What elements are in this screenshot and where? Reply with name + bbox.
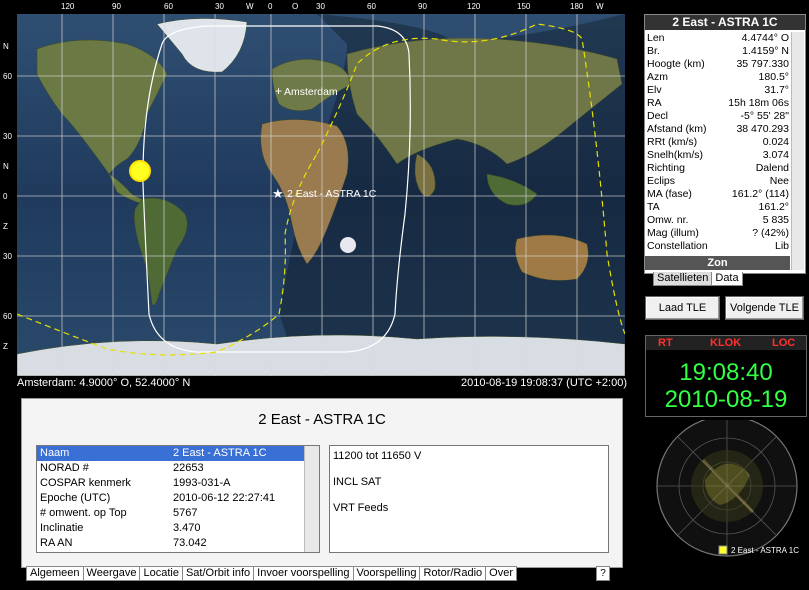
logo-watermark xyxy=(691,450,763,522)
list-item[interactable]: # omwent. op Top 5767 xyxy=(37,506,319,521)
clock-date: 2010-08-19 xyxy=(664,386,788,413)
lon-tick: 180 xyxy=(570,2,584,11)
clock-mode-bar: RT KLOK LOC xyxy=(646,336,806,350)
data-row: Mag (illum)? (42%) xyxy=(647,227,789,239)
notes-box[interactable]: 11200 tot 11650 V INCL SAT VRT Feeds xyxy=(329,445,609,553)
data-row: Snelh(km/s) 3.074 xyxy=(647,149,789,161)
tab-weergave[interactable]: Weergave xyxy=(82,566,141,581)
next-tle-button[interactable]: Volgende TLE xyxy=(725,296,804,320)
lat-tick: N xyxy=(3,162,9,171)
lat-tick: 60 xyxy=(3,72,12,81)
tab-voorspelling[interactable]: Voorspelling xyxy=(352,566,421,581)
tab-data[interactable]: Data xyxy=(711,272,743,286)
tab-locatie[interactable]: Locatie xyxy=(139,566,183,581)
data-row: Azm 180.5° xyxy=(647,71,789,83)
data-row: Decl -5° 55' 28" xyxy=(647,110,789,122)
note-line: INCL SAT xyxy=(333,476,382,488)
lat-tick: 0 xyxy=(3,192,8,201)
amsterdam-label[interactable]: Amsterdam xyxy=(284,86,338,98)
list-item[interactable]: Naam 2 East - ASTRA 1C xyxy=(37,446,319,461)
tab-invoer-voorspelling[interactable]: Invoer voorspelling xyxy=(253,566,354,581)
sun-marker[interactable] xyxy=(129,160,151,182)
sun-section-header[interactable]: Zon xyxy=(645,256,790,270)
sat-panel-tabs: Satellieten Data xyxy=(653,272,743,286)
data-row: RA 15h 18m 06s xyxy=(647,97,789,109)
list-item[interactable]: RA AN 73.042 xyxy=(37,536,319,551)
lat-tick: N xyxy=(3,42,9,51)
radar-satellite-marker[interactable] xyxy=(718,545,728,555)
data-row: Afstand (km) 38 470.293 xyxy=(647,123,789,135)
clock-time: 19:08:40 xyxy=(679,359,773,386)
lat-tick: 30 xyxy=(3,252,12,261)
clock-panel: RT KLOK LOC 19:08:40 2010-08-19 xyxy=(645,335,807,417)
tab-rotor-radio[interactable]: Rotor/Radio xyxy=(419,566,487,581)
data-row: Constellation Lib xyxy=(647,240,789,252)
lat-tick: Z xyxy=(3,342,8,351)
bottom-tab-bar: Algemeen Weergave Locatie Sat/Orbit info Inv… xyxy=(26,566,517,581)
list-item[interactable]: Epoche (UTC) 2010-06-12 22:27:41 xyxy=(37,491,319,506)
tab-algemeen[interactable]: Algemeen xyxy=(26,566,84,581)
satellite-data-panel: 2 East - ASTRA 1C Len 4.4744° O Br. 1.4159… xyxy=(644,14,806,274)
data-row: MA (fase) 161.2° (114) xyxy=(647,188,789,200)
data-row: Richting Dalend xyxy=(647,162,789,174)
lon-tick: 0 xyxy=(268,2,273,11)
moon-marker[interactable] xyxy=(340,237,356,253)
list-item[interactable]: NORAD #22653 xyxy=(37,461,319,476)
data-row: TA 161.2° xyxy=(647,201,789,213)
load-tle-button[interactable]: Laad TLE xyxy=(645,296,720,320)
observer-location: Amsterdam: 4.9000° O, 52.4000° N xyxy=(17,377,191,389)
satellite-info-panel: 2 East - ASTRA 1C Naam 2 East - ASTRA 1C … xyxy=(21,398,623,568)
info-title: 2 East - ASTRA 1C xyxy=(258,411,386,428)
lon-tick: 90 xyxy=(418,2,427,11)
map-status-bar: Amsterdam: 4.9000° O, 52.4000° N 2010-08… xyxy=(17,377,627,391)
lon-tick: 120 xyxy=(61,2,75,11)
tab-sat-orbit-info[interactable]: Sat/Orbit info xyxy=(181,566,255,581)
lon-tick: 120 xyxy=(467,2,481,11)
tab-satellieten[interactable]: Satellieten xyxy=(653,272,713,286)
satellite-data-title: 2 East - ASTRA 1C xyxy=(645,15,805,30)
lat-tick: 30 xyxy=(3,132,12,141)
lon-tick: O xyxy=(292,2,299,11)
world-map-panel: 120 90 60 30 W 0 O 30 60 90 120 150 180 … xyxy=(0,0,640,392)
lon-tick: 30 xyxy=(215,2,224,11)
lon-tick: 150 xyxy=(517,2,531,11)
help-button[interactable]: ? xyxy=(596,566,610,581)
data-row: Hoogte (km) 35 797.330 xyxy=(647,58,789,70)
lat-tick: 60 xyxy=(3,312,12,321)
satellite-data-scrollbar[interactable] xyxy=(791,32,804,270)
data-row: Eclips Nee xyxy=(647,175,789,187)
data-row: Elv 31.7° xyxy=(647,84,789,96)
list-item[interactable]: Inclinatie 3.470 xyxy=(37,521,319,536)
data-row: Len 4.4744° O xyxy=(647,32,789,44)
satellite-star-icon[interactable]: ★ xyxy=(272,187,284,202)
note-line: 11200 tot 11650 V xyxy=(333,450,422,462)
satellite-data-list: Len 4.4744° O Br. 1.4159° N Hoogte (km) 35 … xyxy=(646,32,789,253)
lon-tick: 30 xyxy=(316,2,325,11)
polar-radar[interactable]: 2 East - ASTRA 1C xyxy=(645,420,805,570)
latitude-scale: N 60 30 N 0 Z 30 60 Z xyxy=(0,14,17,376)
amsterdam-cross: + xyxy=(275,84,282,98)
lon-tick: W xyxy=(596,2,604,11)
radar-satellite-label: 2 East - ASTRA 1C xyxy=(731,546,799,555)
tab-over[interactable]: Over xyxy=(485,566,517,581)
map-datetime: 2010-08-19 19:08:37 (UTC +2:00) xyxy=(460,377,627,389)
list-item[interactable]: COSPAR kenmerk 1993-031-A xyxy=(37,476,319,491)
lon-tick: 90 xyxy=(112,2,121,11)
data-row: RRt (km/s) 0.024 xyxy=(647,136,789,148)
data-row: Omw. nr. 5 835 xyxy=(647,214,789,226)
orbit-info-list[interactable]: Naam 2 East - ASTRA 1C NORAD #22653 COSPA… xyxy=(36,445,320,553)
satellite-label[interactable]: 2 East - ASTRA 1C xyxy=(287,188,377,200)
lon-tick: 60 xyxy=(164,2,173,11)
lat-tick: Z xyxy=(3,222,8,231)
longitude-scale: 120 90 60 30 W 0 O 30 60 90 120 150 180 … xyxy=(0,0,640,14)
map-canvas[interactable]: + Amsterdam ★ 2 East - ASTRA 1C xyxy=(17,14,625,376)
clock-mode-loc[interactable]: LOC xyxy=(772,337,795,349)
lon-tick: 60 xyxy=(367,2,376,11)
lon-tick: W xyxy=(246,2,254,11)
info-list-scrollbar[interactable] xyxy=(304,446,319,552)
data-row: Br. 1.4159° N xyxy=(647,45,789,57)
note-line: VRT Feeds xyxy=(333,502,389,514)
clock-mode-rt[interactable]: RT xyxy=(658,337,673,349)
clock-mode-klok[interactable]: KLOK xyxy=(710,337,741,349)
